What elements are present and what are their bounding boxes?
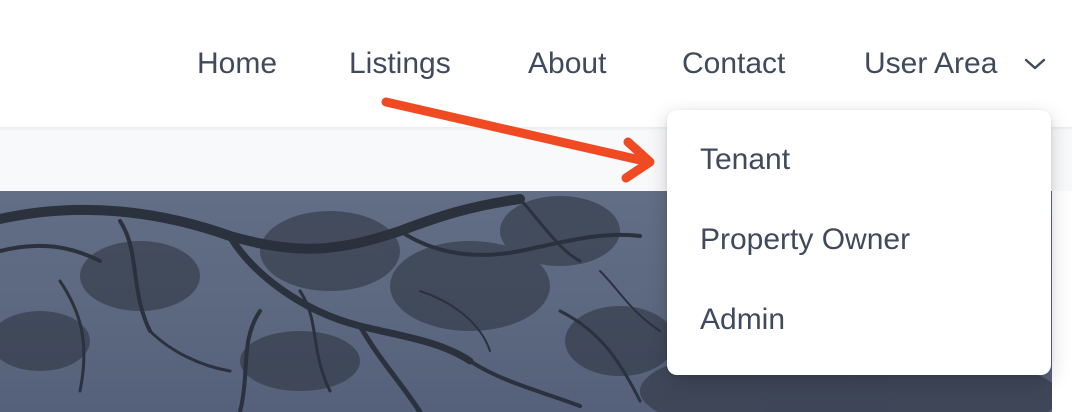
page: Home Listings About Contact User Area Te… xyxy=(0,0,1072,412)
nav-home-link[interactable]: Home xyxy=(197,42,277,86)
nav-contact-link[interactable]: Contact xyxy=(682,42,785,86)
dropdown-item-property-owner[interactable]: Property Owner xyxy=(700,220,910,260)
user-area-dropdown-menu: Tenant Property Owner Admin xyxy=(667,110,1051,375)
nav-user-area-toggle[interactable]: User Area xyxy=(864,42,997,86)
annotation-arrow-icon xyxy=(381,97,655,183)
page-right-margin xyxy=(1052,191,1072,412)
dropdown-item-admin[interactable]: Admin xyxy=(700,300,785,340)
nav-listings-link[interactable]: Listings xyxy=(349,42,451,86)
chevron-down-icon[interactable] xyxy=(1023,56,1047,72)
dropdown-item-tenant[interactable]: Tenant xyxy=(700,140,790,180)
nav-about-link[interactable]: About xyxy=(528,42,606,86)
